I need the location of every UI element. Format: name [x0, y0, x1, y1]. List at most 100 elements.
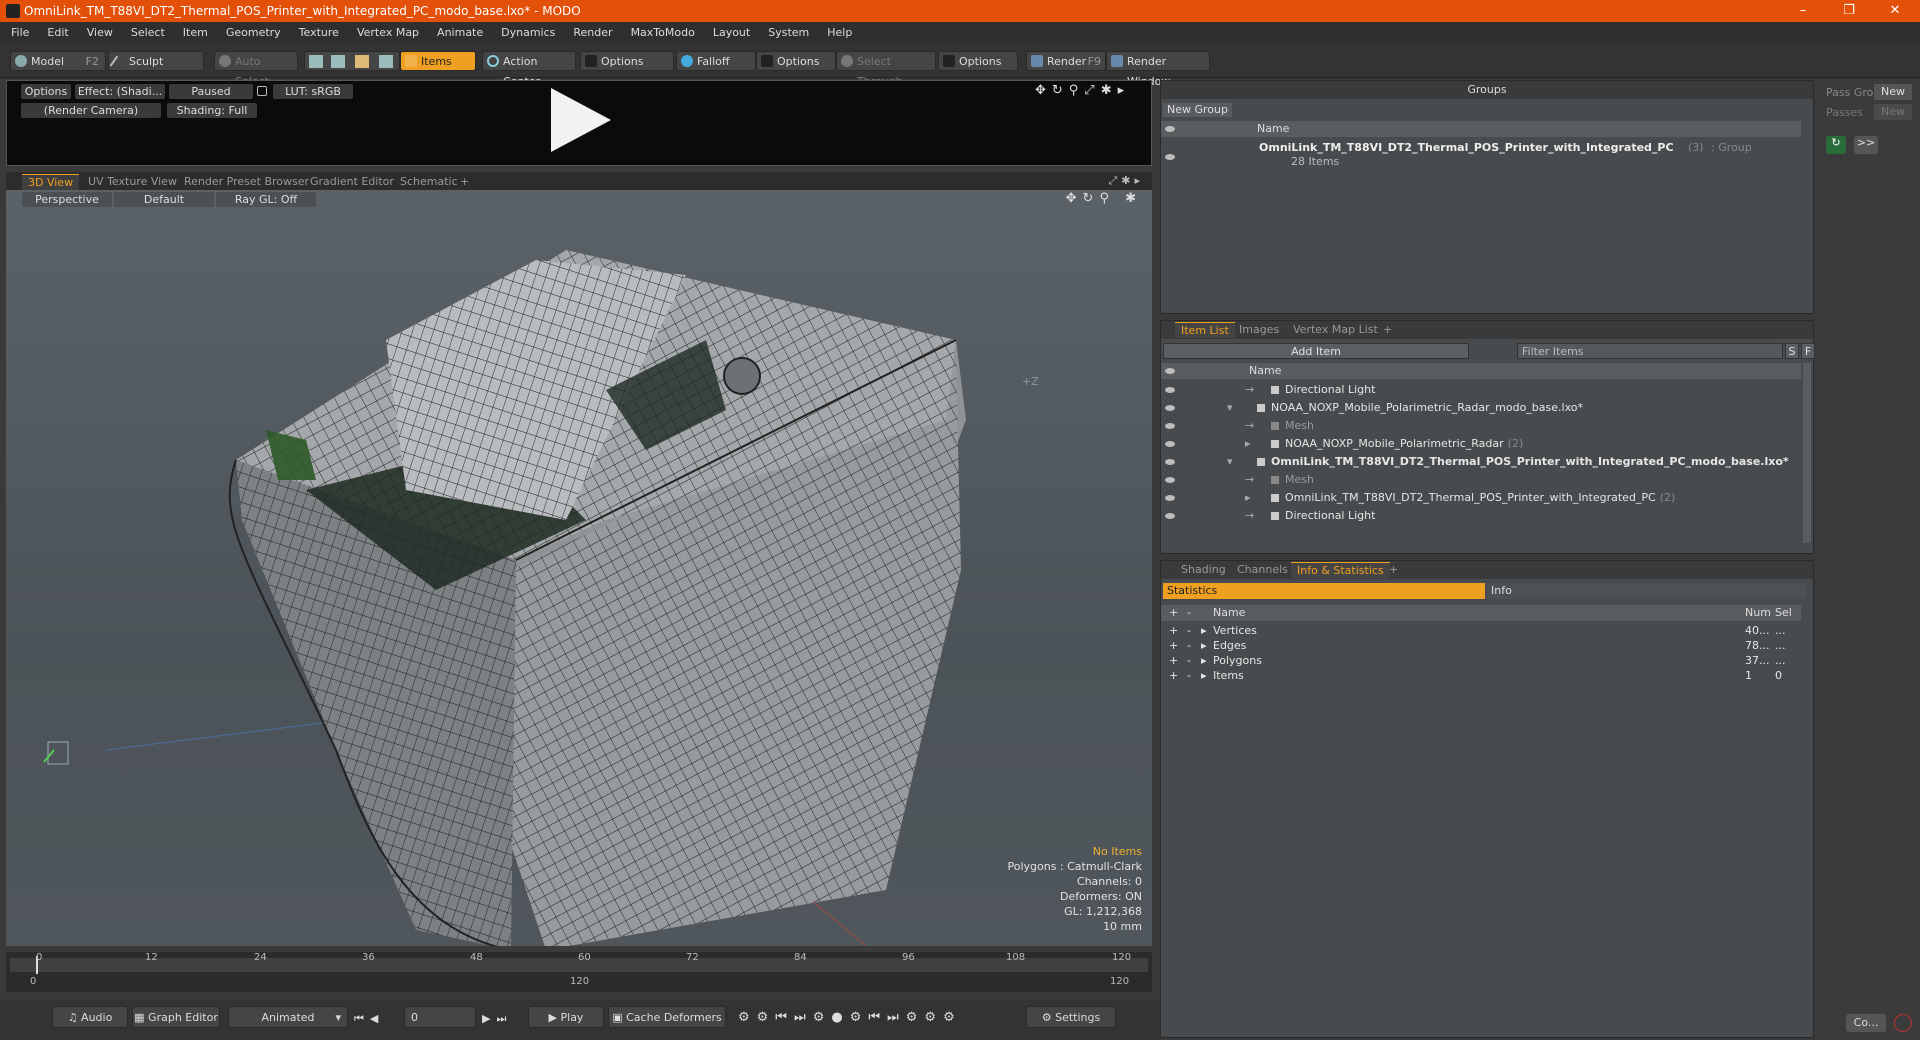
menu-dynamics[interactable]: Dynamics — [490, 22, 562, 44]
list-item[interactable]: ▾ OmniLink_TM_T88VI_DT2_Thermal_POS_Print… — [1161, 453, 1801, 471]
select-through-button[interactable]: Select Through — [836, 51, 936, 88]
list-item[interactable]: → Mesh — [1161, 471, 1801, 489]
close-button[interactable]: ✕ — [1872, 0, 1918, 22]
render-camera-dropdown[interactable]: (Render Camera) — [21, 103, 161, 118]
timeline[interactable]: 0 12 24 36 48 60 72 84 96 108 120 0 120 … — [6, 952, 1152, 992]
chevron-right-icon[interactable]: ▸ — [1245, 489, 1251, 507]
eye-icon[interactable] — [1165, 477, 1175, 483]
new-group-button[interactable]: New Group — [1163, 103, 1232, 117]
render-window-button[interactable]: Render Window — [1106, 51, 1210, 88]
items-mode-button[interactable]: Items — [400, 51, 476, 71]
viewport-panel-icons[interactable]: ⤢✱▸ — [1108, 174, 1144, 188]
minimize-button[interactable]: – — [1780, 0, 1826, 22]
new-pass-group-button[interactable]: New — [1874, 84, 1912, 100]
chevron-right-icon[interactable]: ▸ — [1245, 435, 1251, 453]
edges-mode-icon[interactable] — [331, 55, 345, 68]
action-center-button[interactable]: Action Center — [482, 51, 576, 88]
play-preview-icon[interactable] — [547, 86, 613, 154]
animated-dropdown[interactable]: Animated ▾ — [228, 1006, 348, 1028]
refresh-icon[interactable]: ↻ — [1826, 136, 1846, 154]
menu-item[interactable]: Item — [172, 22, 215, 44]
add-tab-button[interactable]: + — [1377, 322, 1398, 338]
item-list-scrollbar[interactable] — [1803, 363, 1811, 543]
chevron-right-icon[interactable]: ▸ — [1201, 668, 1207, 683]
preview-options-button[interactable]: Options — [21, 84, 71, 99]
auto-select-button[interactable]: Auto Select — [214, 51, 298, 88]
chevron-right-icon[interactable]: ▸ — [1201, 653, 1207, 668]
expand-icon[interactable]: + — [1169, 623, 1178, 638]
collapse-icon[interactable]: - — [1187, 638, 1191, 653]
add-tab-button[interactable]: + — [454, 174, 475, 190]
expand-all-icon[interactable]: + — [1169, 605, 1178, 621]
table-row[interactable]: + - ▸ Items 1 0 — [1161, 668, 1801, 683]
sculpt-button[interactable]: Sculpt — [108, 51, 204, 71]
menu-maxtomodo[interactable]: MaxToModo — [620, 22, 702, 44]
menu-vertex-map[interactable]: Vertex Map — [346, 22, 426, 44]
list-item[interactable]: → Directional Light — [1161, 507, 1801, 525]
falloff-options-button[interactable]: Options — [756, 51, 836, 71]
co-button[interactable]: Co... — [1846, 1014, 1886, 1032]
chevron-right-icon[interactable]: ▸ — [1201, 638, 1207, 653]
list-item[interactable]: → Mesh — [1161, 417, 1801, 435]
shading-dropdown[interactable]: Shading: Full — [167, 103, 257, 118]
menu-select[interactable]: Select — [120, 22, 172, 44]
collapse-icon[interactable]: - — [1187, 653, 1191, 668]
expand-icon[interactable]: + — [1169, 638, 1178, 653]
list-item[interactable]: → Directional Light — [1161, 381, 1801, 399]
tab-3d-view[interactable]: 3D View — [22, 174, 80, 190]
menu-render[interactable]: Render — [562, 22, 619, 44]
falloff-button[interactable]: Falloff — [676, 51, 756, 71]
expand-icon[interactable]: + — [1169, 653, 1178, 668]
cache-deformers-button[interactable]: ▣ Cache Deformers — [608, 1006, 726, 1028]
group-name[interactable]: OmniLink_TM_T88VI_DT2_Thermal_POS_Printe… — [1259, 141, 1674, 154]
tab-render-preset-browser[interactable]: Render Preset Browser — [178, 174, 315, 190]
collapse-icon[interactable]: - — [1187, 623, 1191, 638]
list-item[interactable]: ▸ NOAA_NOXP_Mobile_Polarimetric_Radar (2) — [1161, 435, 1801, 453]
tab-item-list[interactable]: Item List — [1175, 322, 1235, 338]
chevron-down-icon[interactable]: ▾ — [1227, 399, 1233, 417]
printer-wireframe-model[interactable]: +Z — [6, 190, 1152, 946]
preview-paused-button[interactable]: Paused — [169, 84, 253, 99]
add-item-dropdown[interactable]: Add Item — [1163, 343, 1469, 359]
filter-s-button[interactable]: S — [1785, 343, 1799, 359]
new-pass-button[interactable]: New — [1874, 104, 1912, 120]
expand-icon[interactable]: + — [1169, 668, 1178, 683]
restore-button[interactable]: ❐ — [1826, 0, 1872, 22]
eye-icon[interactable] — [1165, 154, 1175, 160]
menu-file[interactable]: File — [0, 22, 36, 44]
menu-edit[interactable]: Edit — [36, 22, 75, 44]
menu-animate[interactable]: Animate — [426, 22, 490, 44]
chevron-right-icon[interactable]: → — [1245, 507, 1254, 525]
collapse-all-icon[interactable]: - — [1187, 605, 1191, 621]
add-tab-button[interactable]: + — [1383, 562, 1404, 578]
table-row[interactable]: + - ▸ Vertices 40...... — [1161, 623, 1801, 638]
menu-geometry[interactable]: Geometry — [215, 22, 288, 44]
key-tools-icons[interactable]: ⚙⚙⏮⏭⚙●⚙⏮⏭⚙⚙⚙ — [738, 1010, 962, 1025]
action-center-options-button[interactable]: Options — [580, 51, 674, 71]
filter-items-input[interactable]: Filter Items — [1517, 343, 1783, 359]
lut-dropdown[interactable]: LUT: sRGB — [273, 84, 353, 99]
menu-view[interactable]: View — [76, 22, 120, 44]
menu-system[interactable]: System — [757, 22, 816, 44]
eye-icon[interactable] — [1165, 495, 1175, 501]
eye-icon[interactable] — [1165, 423, 1175, 429]
audio-button[interactable]: ♫ Audio — [52, 1006, 128, 1028]
vertices-mode-icon[interactable] — [309, 55, 323, 68]
menu-help[interactable]: Help — [816, 22, 859, 44]
tab-channels[interactable]: Channels — [1231, 562, 1294, 578]
preview-effect-dropdown[interactable]: Effect: (Shadi... — [75, 84, 165, 99]
materials-mode-icon[interactable] — [379, 55, 393, 68]
collapse-icon[interactable]: - — [1187, 668, 1191, 683]
list-item[interactable]: ▾ NOAA_NOXP_Mobile_Polarimetric_Radar_mod… — [1161, 399, 1801, 417]
eye-icon[interactable] — [1165, 405, 1175, 411]
lock-icon[interactable] — [257, 86, 267, 96]
tab-gradient-editor[interactable]: Gradient Editor — [304, 174, 400, 190]
chevron-down-icon[interactable]: ▾ — [1227, 453, 1233, 471]
model-button[interactable]: Model F2 — [10, 51, 106, 71]
expand-button[interactable]: >> — [1854, 136, 1878, 154]
tab-vertex-map-list[interactable]: Vertex Map List — [1287, 322, 1384, 338]
settings-button[interactable]: ⚙ Settings — [1026, 1006, 1116, 1028]
menu-texture[interactable]: Texture — [288, 22, 346, 44]
eye-icon[interactable] — [1165, 459, 1175, 465]
skip-back-icons[interactable]: ⏮◀ — [354, 1012, 384, 1026]
